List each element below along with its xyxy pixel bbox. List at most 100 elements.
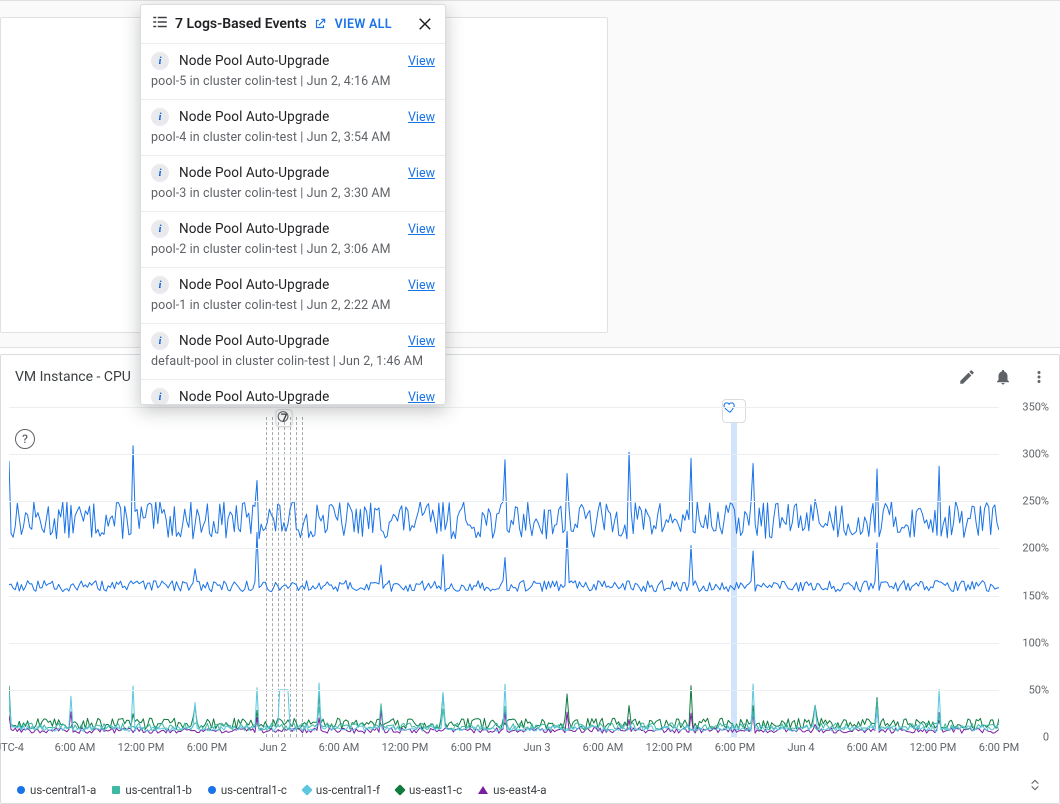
info-icon: i (151, 332, 169, 350)
gridline (9, 454, 999, 455)
gridline (9, 737, 999, 738)
x-axis-label: 6:00 PM (187, 741, 227, 754)
legend: us-central1-a us-central1-b us-central1-c u… (17, 783, 547, 797)
bell-icon[interactable] (993, 367, 1013, 387)
chart-title: VM Instance - CPU (15, 369, 131, 385)
event-item: iNode Pool Auto-UpgradeViewdefault-pool … (141, 380, 445, 404)
y-axis-label: 100% (1022, 636, 1049, 649)
legend-item[interactable]: us-east1-c (396, 783, 462, 797)
event-title: Node Pool Auto-Upgrade (179, 53, 329, 69)
legend-label: us-central1-b (125, 783, 192, 797)
info-icon: i (151, 164, 169, 182)
event-title: Node Pool Auto-Upgrade (179, 389, 329, 404)
event-item: i Node Pool Auto-Upgrade View pool-2 in clu… (141, 212, 445, 268)
event-item: i Node Pool Auto-Upgrade View pool-5 in clu… (141, 44, 445, 100)
more-icon[interactable] (1029, 367, 1049, 387)
open-external-icon[interactable] (313, 17, 327, 31)
legend-item[interactable]: us-central1-a (17, 783, 96, 797)
event-subtitle: pool-5 in cluster colin-test | Jun 2, 4:… (151, 74, 435, 89)
legend-label: us-east4-a (493, 783, 546, 797)
legend-marker (208, 786, 216, 794)
series-us-central1-c (9, 446, 999, 539)
info-icon: i (151, 388, 169, 404)
y-axis-label: 50% (1029, 683, 1049, 696)
event-view-link[interactable]: View (408, 166, 435, 181)
x-axis-label: Jun 2 (259, 741, 286, 754)
info-icon: i (151, 52, 169, 70)
event-item: i Node Pool Auto-Upgrade View pool-4 in clu… (141, 100, 445, 156)
y-axis-label: 0 (1043, 731, 1049, 744)
event-view-link[interactable]: View (408, 110, 435, 125)
legend-item[interactable]: us-central1-b (112, 783, 192, 797)
y-axis-label: 300% (1022, 448, 1049, 461)
event-subtitle: pool-2 in cluster colin-test | Jun 2, 3:… (151, 242, 435, 257)
x-axis-label: 12:00 PM (646, 741, 693, 754)
event-item: i Node Pool Auto-Upgrade View default-pool … (141, 324, 445, 380)
x-axis-label: 6:00 PM (715, 741, 755, 754)
event-title: Node Pool Auto-Upgrade (179, 333, 329, 349)
gridline (9, 643, 999, 644)
event-view-link[interactable]: View (408, 278, 435, 293)
event-subtitle: pool-1 in cluster colin-test | Jun 2, 2:… (151, 298, 435, 313)
info-icon: i (151, 276, 169, 294)
event-item: i Node Pool Auto-Upgrade View pool-3 in clu… (141, 156, 445, 212)
view-all-link[interactable]: VIEW ALL (335, 17, 392, 32)
legend-marker (17, 786, 25, 794)
legend-marker (394, 784, 405, 795)
x-axis-label: 6:00 AM (847, 741, 888, 754)
legend-label: us-central1-a (30, 783, 96, 797)
legend-label: us-central1-c (221, 783, 287, 797)
info-icon: i (151, 108, 169, 126)
event-title: Node Pool Auto-Upgrade (179, 109, 329, 125)
legend-item[interactable]: us-central1-f (303, 783, 380, 797)
x-axis-label: 6:00 AM (583, 741, 624, 754)
plot-area[interactable]: 7 050%100%150%200%250%300%350%UTC-46:00 … (9, 407, 999, 737)
chart-body: ? 7 (1, 399, 1059, 803)
event-title: Node Pool Auto-Upgrade (179, 277, 329, 293)
legend-marker (478, 786, 488, 794)
event-view-link[interactable]: View (408, 222, 435, 237)
legend-marker (112, 786, 120, 794)
events-popover-title: 7 Logs-Based Events (175, 16, 307, 32)
x-axis-label: 12:00 PM (382, 741, 429, 754)
x-axis-label: 6:00 AM (55, 741, 96, 754)
chart-card: VM Instance - CPU ? (0, 354, 1060, 804)
y-axis-label: 200% (1022, 542, 1049, 555)
legend-item[interactable]: us-east4-a (478, 783, 546, 797)
event-view-link[interactable]: View (408, 334, 435, 349)
event-title: Node Pool Auto-Upgrade (179, 165, 329, 181)
resize-handle[interactable] (1027, 777, 1043, 797)
legend-item[interactable]: us-central1-c (208, 783, 287, 797)
events-popover: 7 Logs-Based Events VIEW ALL i Node Pool … (140, 4, 446, 405)
y-axis-label: 350% (1022, 401, 1049, 414)
gridline (9, 548, 999, 549)
y-axis-label: 150% (1022, 589, 1049, 602)
y-axis-label: 250% (1022, 495, 1049, 508)
x-axis-label: 6:00 AM (319, 741, 360, 754)
x-axis-label: 12:00 PM (118, 741, 165, 754)
series-svg (9, 407, 999, 737)
series-us-central1-a (9, 531, 999, 591)
x-axis-label: Jun 3 (523, 741, 550, 754)
event-subtitle: pool-3 in cluster colin-test | Jun 2, 3:… (151, 186, 435, 201)
x-axis-label: 6:00 PM (979, 741, 1019, 754)
legend-label: us-central1-f (316, 783, 380, 797)
event-subtitle: default-pool in cluster colin-test | Jun… (151, 354, 435, 369)
gridline (9, 407, 999, 408)
gridline (9, 596, 999, 597)
events-popover-header: 7 Logs-Based Events VIEW ALL (141, 5, 445, 44)
gridline (9, 501, 999, 502)
event-subtitle: pool-4 in cluster colin-test | Jun 2, 3:… (151, 130, 435, 145)
chart-actions (957, 367, 1049, 387)
gridline (9, 690, 999, 691)
edit-icon[interactable] (957, 367, 977, 387)
events-popover-list: i Node Pool Auto-Upgrade View pool-5 in clu… (141, 44, 445, 404)
close-icon[interactable] (417, 15, 435, 33)
legend-marker (301, 784, 312, 795)
event-view-link[interactable]: View (408, 390, 435, 405)
x-axis-label: 6:00 PM (451, 741, 491, 754)
info-icon: i (151, 220, 169, 238)
event-title: Node Pool Auto-Upgrade (179, 221, 329, 237)
legend-label: us-east1-c (409, 783, 462, 797)
event-view-link[interactable]: View (408, 54, 435, 69)
